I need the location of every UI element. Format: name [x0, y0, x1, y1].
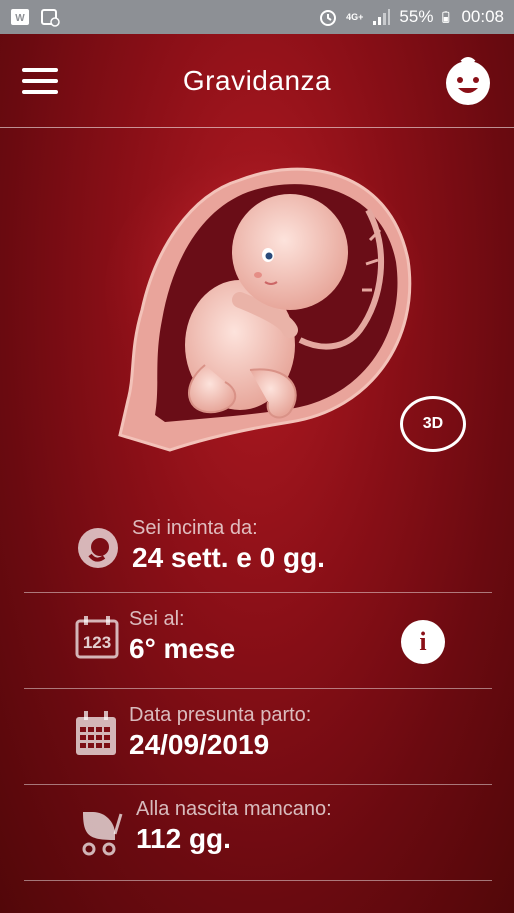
info-row-due-date: Data presunta parto: 24/09/2019 — [75, 700, 514, 775]
battery-percent: 55% — [399, 7, 434, 26]
fetus-icon — [78, 528, 118, 568]
row-label: Sei al: — [129, 608, 185, 630]
battery-icon — [442, 11, 450, 23]
svg-text:123: 123 — [83, 633, 111, 652]
calendar-123-icon: 123 — [75, 616, 119, 659]
row-divider — [24, 880, 492, 881]
calendar-notification-icon — [41, 9, 60, 27]
row-divider — [24, 592, 492, 593]
row-label: Data presunta parto: — [129, 704, 312, 726]
row-label: Sei incinta da: — [132, 517, 258, 539]
row-value: 24 sett. e 0 gg. — [132, 542, 325, 573]
stroller-icon — [82, 812, 123, 856]
signal-icon — [373, 9, 391, 25]
app-bar-divider — [0, 127, 514, 128]
row-label: Alla nascita mancano: — [136, 798, 332, 820]
clock: 00:08 — [461, 7, 504, 26]
app-notification-icon: W — [11, 9, 29, 25]
page-title: Gravidanza — [182, 65, 332, 96]
alarm-icon — [320, 10, 337, 26]
row-value: 24/09/2019 — [129, 729, 270, 760]
status-bar: W 4G+ 55% 00:08 — [0, 0, 514, 34]
row-divider — [24, 688, 492, 689]
info-button[interactable]: i — [401, 620, 445, 664]
menu-button[interactable] — [22, 68, 58, 94]
svg-text:W: W — [15, 13, 25, 24]
network-type: 4G+ — [346, 12, 364, 22]
row-divider — [24, 784, 492, 785]
menu-icon-bar — [22, 90, 58, 94]
view-3d-button[interactable]: 3D — [400, 396, 466, 452]
info-row-days-left: Alla nascita mancano: 112 gg. — [75, 796, 514, 871]
calendar-grid-icon — [76, 711, 116, 755]
baby-face-icon[interactable] — [442, 56, 494, 108]
view-3d-label: 3D — [422, 415, 444, 432]
menu-icon-bar — [22, 79, 58, 83]
app-bar: Gravidanza — [0, 34, 514, 128]
row-value: 6° mese — [129, 633, 236, 664]
row-value: 112 gg. — [136, 823, 231, 854]
info-row-month: 123 Sei al: 6° mese — [75, 605, 514, 680]
menu-icon-bar — [22, 68, 58, 72]
info-icon: i — [419, 627, 427, 656]
info-row-pregnant-since: Sei incinta da: 24 sett. e 0 gg. — [75, 515, 514, 585]
fetus-illustration — [105, 150, 425, 452]
